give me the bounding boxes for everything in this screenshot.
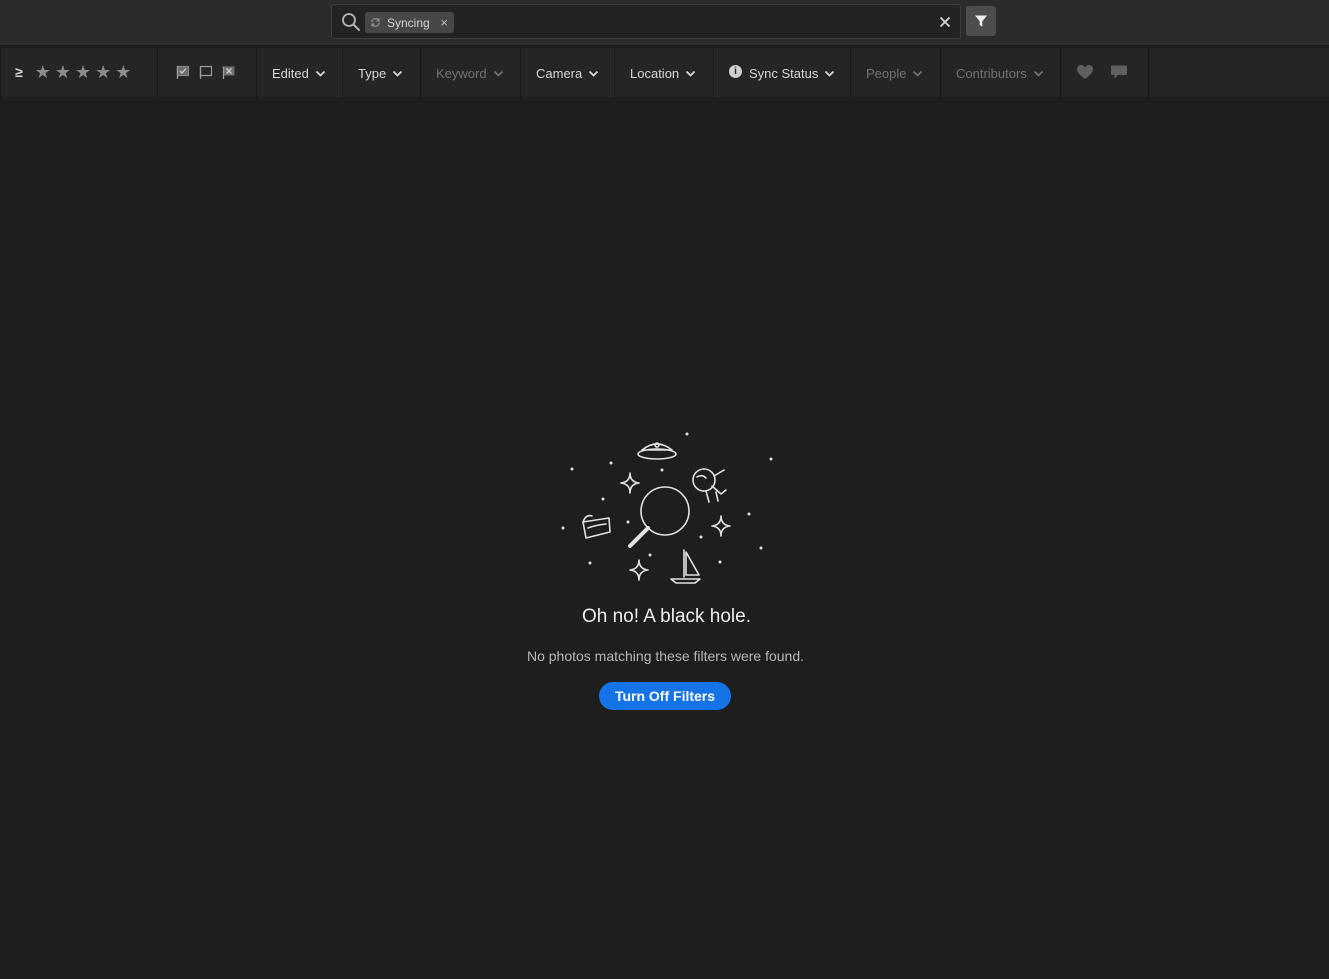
chevron-down-icon bbox=[589, 70, 599, 77]
star-icon[interactable]: ★ bbox=[115, 63, 131, 81]
type-dropdown-inner: Type bbox=[343, 66, 403, 81]
camera-dropdown-label: Camera bbox=[536, 66, 583, 81]
chevron-down-icon bbox=[493, 70, 503, 77]
location-dropdown-inner: Location bbox=[615, 66, 696, 81]
social-filter bbox=[1061, 48, 1149, 98]
flag-filter bbox=[158, 48, 257, 98]
comment-icon[interactable] bbox=[1110, 64, 1128, 80]
contributors-dropdown-label: Contributors bbox=[956, 66, 1027, 81]
keyword-dropdown-label: Keyword bbox=[436, 66, 487, 81]
edited-dropdown-inner: Edited bbox=[257, 66, 326, 81]
filter-toggle-button[interactable] bbox=[966, 6, 996, 36]
camera-dropdown[interactable]: Camera bbox=[521, 48, 615, 98]
flag-unflagged-icon[interactable] bbox=[198, 64, 214, 80]
rating-filter: ≥ ★ ★ ★ ★ ★ bbox=[0, 48, 158, 98]
search-input[interactable] bbox=[460, 9, 930, 34]
search-chip-syncing: Syncing × bbox=[365, 12, 454, 33]
edited-dropdown[interactable]: Edited bbox=[257, 48, 343, 98]
star-icon[interactable]: ★ bbox=[55, 63, 71, 81]
keyword-dropdown-inner: Keyword bbox=[421, 66, 504, 81]
sync-status-dropdown-label: Sync Status bbox=[749, 66, 819, 81]
empty-state-subtitle: No photos matching these filters were fo… bbox=[526, 648, 805, 664]
sync-icon bbox=[371, 18, 380, 27]
black-hole-illustration bbox=[561, 432, 773, 584]
search-chip-label: Syncing bbox=[387, 15, 430, 30]
flag-pick-icon[interactable] bbox=[175, 64, 191, 80]
sync-status-dropdown-inner: i Sync Status bbox=[714, 65, 835, 81]
top-search-bar: Syncing × bbox=[0, 0, 1329, 46]
people-dropdown-inner: People bbox=[851, 66, 923, 81]
location-dropdown-label: Location bbox=[630, 66, 680, 81]
star-icon[interactable]: ★ bbox=[95, 63, 111, 81]
type-dropdown[interactable]: Type bbox=[343, 48, 421, 98]
camera-dropdown-inner: Camera bbox=[521, 66, 599, 81]
chevron-down-icon bbox=[825, 70, 835, 77]
info-icon: i bbox=[729, 65, 742, 78]
sync-status-dropdown[interactable]: i Sync Status bbox=[714, 48, 851, 98]
chevron-down-icon bbox=[686, 70, 696, 77]
type-dropdown-label: Type bbox=[358, 66, 387, 81]
search-chip-remove-button[interactable]: × bbox=[440, 16, 448, 29]
flag-reject-icon[interactable] bbox=[221, 64, 237, 80]
search-box[interactable]: Syncing × bbox=[331, 4, 961, 39]
people-dropdown[interactable]: People bbox=[851, 48, 941, 98]
star-icon[interactable]: ★ bbox=[75, 63, 91, 81]
location-dropdown[interactable]: Location bbox=[615, 48, 714, 98]
chevron-down-icon bbox=[913, 70, 923, 77]
keyword-dropdown[interactable]: Keyword bbox=[421, 48, 521, 98]
search-icon bbox=[342, 13, 360, 31]
filter-bar: ≥ ★ ★ ★ ★ ★ Edited Type Keyword Camera L… bbox=[0, 47, 1329, 98]
star-icon[interactable]: ★ bbox=[35, 63, 51, 81]
turn-off-filters-button[interactable]: Turn Off Filters bbox=[599, 682, 731, 710]
heart-icon[interactable] bbox=[1076, 64, 1094, 80]
contributors-dropdown-inner: Contributors bbox=[941, 66, 1044, 81]
empty-state-title: Oh no! A black hole. bbox=[581, 606, 751, 627]
chevron-down-icon bbox=[315, 70, 326, 77]
contributors-dropdown[interactable]: Contributors bbox=[941, 48, 1061, 98]
people-dropdown-label: People bbox=[866, 66, 907, 81]
filter-funnel-icon bbox=[975, 15, 987, 27]
chevron-down-icon bbox=[393, 70, 403, 77]
chevron-down-icon bbox=[1033, 70, 1043, 77]
edited-dropdown-label: Edited bbox=[272, 66, 309, 81]
rating-operator-button[interactable]: ≥ bbox=[15, 64, 23, 80]
clear-icon[interactable] bbox=[936, 13, 954, 31]
